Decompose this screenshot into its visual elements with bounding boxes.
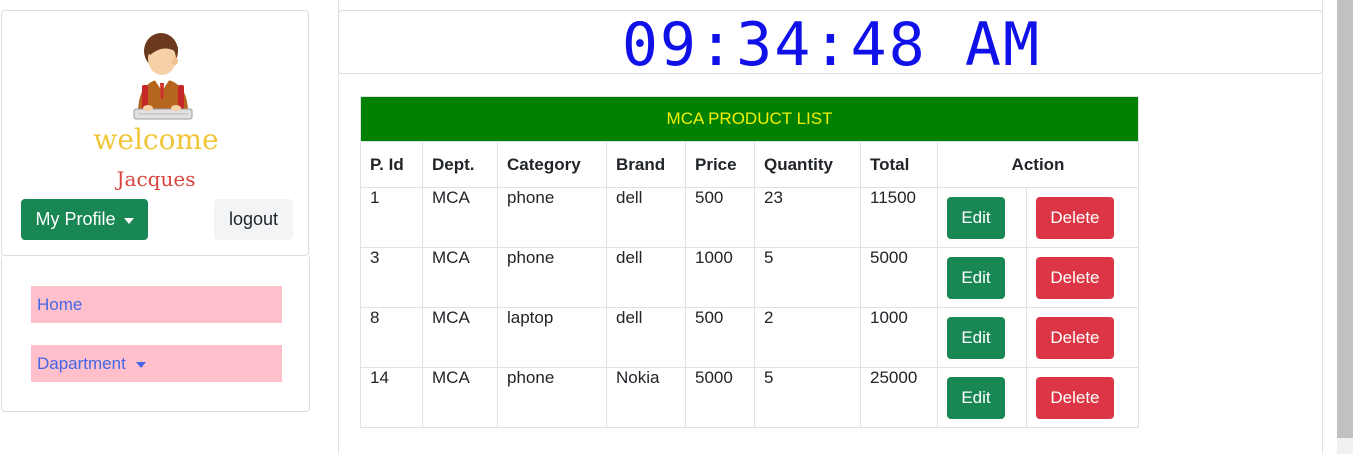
nav-item-label: Dapartment <box>37 353 126 373</box>
column-header-dept: Dept. <box>422 141 498 188</box>
table-title: MCA PRODUCT LIST <box>360 96 1139 142</box>
cell-edit: Edit <box>937 307 1027 368</box>
cell-delete: Delete <box>1025 367 1140 428</box>
user-avatar-icon <box>133 33 193 120</box>
cell-price: 1000 <box>685 247 755 308</box>
cell-edit: Edit <box>937 247 1027 308</box>
edit-button[interactable]: Edit <box>947 316 1005 359</box>
scrollbar-thumb[interactable] <box>1337 0 1353 438</box>
cell-pid: 14 <box>360 367 423 428</box>
column-header-action: Action <box>937 141 1139 188</box>
cell-total: 5000 <box>860 247 938 308</box>
caret-down-icon <box>135 361 146 368</box>
table-row: 14 MCA phone Nokia 5000 5 25000 Edit Del… <box>360 367 1140 428</box>
cell-pid: 8 <box>360 307 423 368</box>
cell-category: laptop <box>497 307 607 368</box>
table-row: 3 MCA phone dell 1000 5 5000 Edit Delete <box>360 247 1140 308</box>
cell-total: 1000 <box>860 307 938 368</box>
my-profile-label: My Profile <box>35 209 116 229</box>
cell-category: phone <box>497 187 607 248</box>
cell-pid: 3 <box>360 247 423 308</box>
cell-delete: Delete <box>1025 187 1140 248</box>
cell-brand: dell <box>606 247 686 308</box>
nav-item-home[interactable]: Home <box>31 286 282 323</box>
cell-pid: 1 <box>360 187 423 248</box>
cell-category: phone <box>497 247 607 308</box>
logout-button[interactable]: logout <box>214 199 293 240</box>
delete-button[interactable]: Delete <box>1035 256 1114 299</box>
cell-edit: Edit <box>937 187 1027 248</box>
sidebar-nav: Home Dapartment <box>1 257 310 412</box>
username-text: Jacques <box>116 167 196 191</box>
cell-dept: MCA <box>422 307 498 368</box>
cell-brand: dell <box>606 307 686 368</box>
table-title-row: MCA PRODUCT LIST <box>360 96 1139 142</box>
caret-down-icon <box>123 217 134 224</box>
cell-dept: MCA <box>422 367 498 428</box>
digital-clock: 09:34:48 AM <box>621 10 1042 80</box>
cell-total: 25000 <box>860 367 938 428</box>
product-table: MCA PRODUCT LIST P. Id Dept. Category Br… <box>360 96 1140 428</box>
cell-total: 11500 <box>860 187 938 248</box>
profile-card: welcome Jacques My Profile logout <box>1 10 309 256</box>
table-row: 1 MCA phone dell 500 23 11500 Edit Delet… <box>360 187 1140 248</box>
table-header-row: P. Id Dept. Category Brand Price Quantit… <box>360 141 1139 188</box>
cell-dept: MCA <box>422 247 498 308</box>
my-profile-dropdown-button[interactable]: My Profile <box>21 199 148 240</box>
cell-delete: Delete <box>1025 247 1140 308</box>
nav-item-department[interactable]: Dapartment <box>31 345 282 382</box>
cell-quantity: 5 <box>754 367 861 428</box>
column-header-brand: Brand <box>606 141 686 188</box>
cell-dept: MCA <box>422 187 498 248</box>
cell-edit: Edit <box>937 367 1027 428</box>
edit-button[interactable]: Edit <box>947 376 1005 419</box>
vertical-scrollbar[interactable] <box>1337 0 1353 454</box>
cell-brand: dell <box>606 187 686 248</box>
delete-button[interactable]: Delete <box>1035 316 1114 359</box>
column-header-pid: P. Id <box>360 141 423 188</box>
column-header-quantity: Quantity <box>754 141 861 188</box>
edit-button[interactable]: Edit <box>947 256 1005 299</box>
column-header-price: Price <box>685 141 755 188</box>
column-header-total: Total <box>860 141 938 188</box>
cell-quantity: 2 <box>754 307 861 368</box>
cell-category: phone <box>497 367 607 428</box>
cell-price: 500 <box>685 187 755 248</box>
table-row: 8 MCA laptop dell 500 2 1000 Edit Delete <box>360 307 1140 368</box>
cell-brand: Nokia <box>606 367 686 428</box>
column-header-category: Category <box>497 141 607 188</box>
welcome-text: welcome <box>93 123 219 156</box>
edit-button[interactable]: Edit <box>947 196 1005 239</box>
delete-button[interactable]: Delete <box>1035 376 1114 419</box>
cell-quantity: 5 <box>754 247 861 308</box>
cell-price: 500 <box>685 307 755 368</box>
cell-quantity: 23 <box>754 187 861 248</box>
cell-delete: Delete <box>1025 307 1140 368</box>
delete-button[interactable]: Delete <box>1035 196 1114 239</box>
cell-price: 5000 <box>685 367 755 428</box>
nav-item-label: Home <box>37 294 83 314</box>
clock-box: 09:34:48 AM <box>338 10 1323 80</box>
